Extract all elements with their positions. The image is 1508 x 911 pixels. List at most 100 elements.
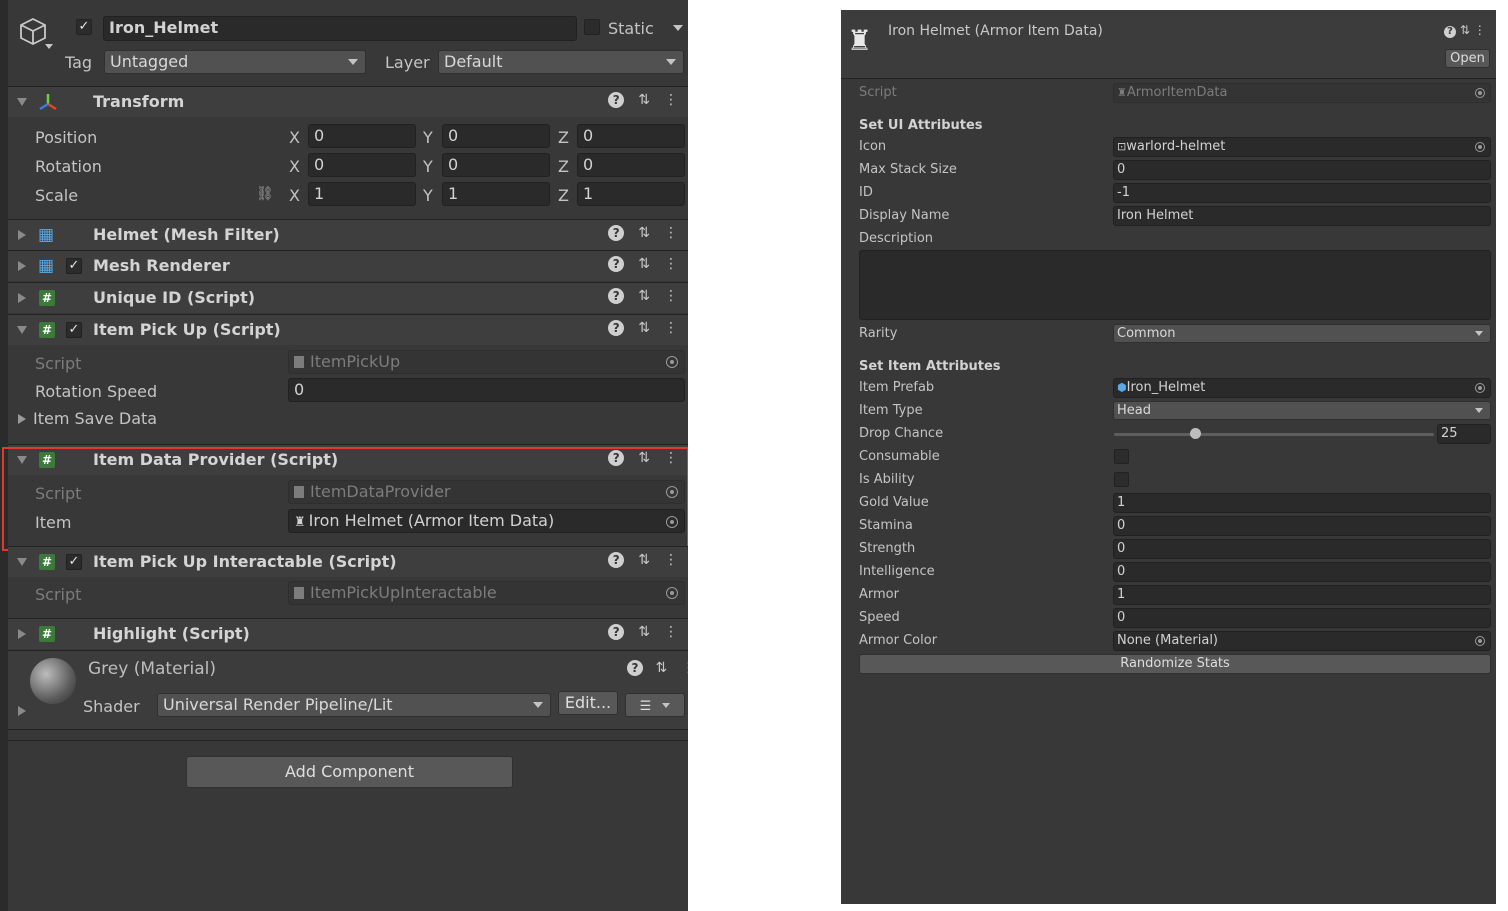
- armor-input[interactable]: 1: [1113, 585, 1491, 605]
- position-y-input[interactable]: 0: [442, 124, 550, 148]
- id-input[interactable]: -1: [1113, 183, 1491, 203]
- foldout-expanded-icon[interactable]: [17, 326, 27, 334]
- rarity-dropdown[interactable]: Common: [1113, 324, 1491, 343]
- preset-icon[interactable]: ⇅: [638, 256, 650, 272]
- max-stack-input[interactable]: 0: [1113, 160, 1491, 180]
- foldout-collapsed-icon[interactable]: [18, 414, 26, 424]
- enabled-checkbox[interactable]: ✓: [66, 554, 82, 570]
- scale-y-input[interactable]: 1: [442, 182, 550, 206]
- active-checkbox[interactable]: ✓: [76, 19, 92, 35]
- shader-dropdown[interactable]: Universal Render Pipeline/Lit: [157, 693, 551, 717]
- gold-value-input[interactable]: 1: [1113, 493, 1491, 513]
- kebab-menu-icon[interactable]: ⋮: [664, 320, 678, 336]
- preset-icon[interactable]: ⇅: [655, 660, 667, 676]
- scale-x-input[interactable]: 1: [308, 182, 416, 206]
- layer-dropdown[interactable]: Default: [438, 50, 684, 74]
- object-picker-icon[interactable]: [1475, 142, 1485, 152]
- drop-chance-input[interactable]: 25: [1437, 424, 1491, 444]
- add-component-button[interactable]: Add Component: [186, 756, 513, 788]
- preset-icon[interactable]: ⇅: [638, 225, 650, 241]
- rotation-z-input[interactable]: 0: [577, 153, 685, 177]
- preset-icon[interactable]: ⇅: [638, 288, 650, 304]
- foldout-collapsed-icon[interactable]: [18, 261, 26, 271]
- rotation-speed-input[interactable]: 0: [288, 378, 685, 402]
- script-label: Script: [35, 354, 82, 373]
- description-textarea[interactable]: [859, 250, 1491, 320]
- mesh-filter-header[interactable]: ▦ Helmet (Mesh Filter) ? ⇅ ⋮: [8, 219, 688, 250]
- highlight-header[interactable]: # Highlight (Script) ? ⇅ ⋮: [8, 618, 688, 649]
- open-button[interactable]: Open: [1445, 49, 1490, 68]
- randomize-stats-button[interactable]: Randomize Stats: [859, 654, 1491, 674]
- strength-input[interactable]: 0: [1113, 539, 1491, 559]
- preset-icon[interactable]: ⇅: [638, 320, 650, 336]
- shader-options-button[interactable]: ☰: [625, 693, 685, 717]
- constrain-proportions-icon[interactable]: ⛓: [256, 186, 274, 202]
- foldout-expanded-icon[interactable]: [17, 98, 27, 106]
- kebab-menu-icon[interactable]: ⋮: [1474, 23, 1486, 37]
- help-icon[interactable]: ?: [608, 320, 625, 336]
- help-icon[interactable]: ?: [608, 256, 625, 272]
- position-z-input[interactable]: 0: [577, 124, 685, 148]
- edit-shader-button[interactable]: Edit...: [558, 691, 618, 715]
- enabled-checkbox[interactable]: ✓: [66, 258, 82, 274]
- preset-icon[interactable]: ⇅: [1460, 23, 1470, 37]
- kebab-menu-icon[interactable]: ⋮: [664, 256, 678, 272]
- intelligence-input[interactable]: 0: [1113, 562, 1491, 582]
- rotation-x-input[interactable]: 0: [308, 153, 416, 177]
- drop-chance-slider-track[interactable]: [1114, 433, 1434, 436]
- help-icon[interactable]: ?: [1444, 26, 1456, 38]
- kebab-menu-icon[interactable]: ⋮: [664, 288, 678, 304]
- script-hash-icon: #: [39, 626, 55, 642]
- script-field: ♜ArmorItemData: [1113, 83, 1491, 103]
- object-picker-icon[interactable]: [1475, 636, 1485, 646]
- consumable-checkbox[interactable]: [1114, 449, 1129, 464]
- asset-header: [841, 10, 1496, 79]
- foldout-collapsed-icon[interactable]: [18, 230, 26, 240]
- help-icon[interactable]: ?: [608, 92, 625, 108]
- kebab-menu-icon[interactable]: ⋮: [664, 552, 678, 568]
- foldout-expanded-icon[interactable]: [17, 558, 27, 566]
- is-ability-checkbox[interactable]: [1114, 472, 1129, 487]
- mesh-renderer-header[interactable]: ▦ ✓ Mesh Renderer ? ⇅ ⋮: [8, 250, 688, 281]
- drop-chance-slider-handle[interactable]: [1190, 428, 1201, 439]
- preset-icon[interactable]: ⇅: [638, 92, 650, 108]
- enabled-checkbox[interactable]: ✓: [66, 322, 82, 338]
- item-pick-up-header[interactable]: # ✓ Item Pick Up (Script) ? ⇅ ⋮: [8, 314, 688, 345]
- help-icon[interactable]: ?: [608, 552, 625, 568]
- item-type-label: Item Type: [859, 403, 923, 418]
- unique-id-header[interactable]: # Unique ID (Script) ? ⇅ ⋮: [8, 282, 688, 313]
- foldout-collapsed-icon[interactable]: [18, 293, 26, 303]
- preset-icon[interactable]: ⇅: [638, 552, 650, 568]
- kebab-menu-icon[interactable]: ⋮: [664, 624, 678, 640]
- kebab-menu-icon[interactable]: ⋮: [682, 660, 688, 676]
- item-save-data-foldout[interactable]: Item Save Data: [33, 409, 157, 428]
- help-icon[interactable]: ?: [608, 624, 625, 640]
- stamina-input[interactable]: 0: [1113, 516, 1491, 536]
- script-hash-icon: #: [39, 554, 55, 570]
- icon-dropdown-icon[interactable]: [45, 44, 53, 49]
- icon-object-field[interactable]: ⊡warlord-helmet: [1113, 137, 1491, 157]
- transform-header[interactable]: Transform ? ⇅ ⋮: [8, 86, 688, 117]
- static-dropdown-icon[interactable]: [673, 25, 683, 31]
- tag-dropdown[interactable]: Untagged: [104, 50, 366, 74]
- display-name-input[interactable]: Iron Helmet: [1113, 206, 1491, 226]
- rotation-y-input[interactable]: 0: [442, 153, 550, 177]
- kebab-menu-icon[interactable]: ⋮: [664, 225, 678, 241]
- position-x-input[interactable]: 0: [308, 124, 416, 148]
- kebab-menu-icon[interactable]: ⋮: [664, 92, 678, 108]
- speed-input[interactable]: 0: [1113, 608, 1491, 628]
- item-prefab-field[interactable]: ⬢Iron_Helmet: [1113, 378, 1491, 398]
- armor-color-field[interactable]: None (Material): [1113, 631, 1491, 651]
- foldout-collapsed-icon[interactable]: [18, 629, 26, 639]
- help-icon[interactable]: ?: [608, 225, 625, 241]
- preset-icon[interactable]: ⇅: [638, 624, 650, 640]
- scale-z-input[interactable]: 1: [577, 182, 685, 206]
- help-icon[interactable]: ?: [627, 660, 643, 676]
- help-icon[interactable]: ?: [608, 288, 625, 304]
- static-checkbox[interactable]: [584, 19, 600, 35]
- item-type-dropdown[interactable]: Head: [1113, 401, 1491, 420]
- foldout-collapsed-icon[interactable]: [18, 706, 26, 716]
- object-picker-icon[interactable]: [1475, 383, 1485, 393]
- interactable-header[interactable]: # ✓ Item Pick Up Interactable (Script) ?…: [8, 546, 688, 577]
- gameobject-name-input[interactable]: Iron_Helmet: [103, 16, 577, 41]
